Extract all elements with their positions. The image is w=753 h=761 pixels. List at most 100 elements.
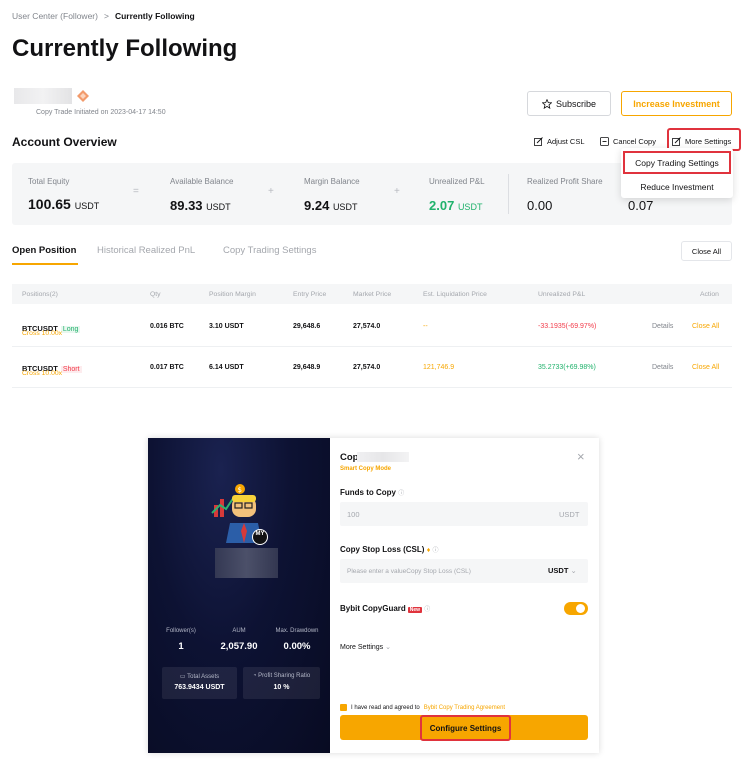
position-leverage: Cross 10.00x <box>22 370 63 377</box>
edit-icon <box>534 137 543 146</box>
liquidation-price: -- <box>423 323 428 330</box>
tab-copy-trading-settings[interactable]: Copy Trading Settings <box>223 245 316 256</box>
profit-sharing-box <box>243 667 320 699</box>
col-market-price: Market Price <box>353 291 392 298</box>
adjust-csl-link[interactable]: Adjust CSL <box>534 137 585 146</box>
subscribe-label: Subscribe <box>555 98 597 109</box>
info-icon: ⓘ <box>398 491 405 497</box>
tab-historical-realized-pnl[interactable]: Historical Realized PnL <box>97 245 195 256</box>
modal-title: Cop <box>340 452 359 463</box>
breadcrumb-parent-link[interactable]: User Center (Follower) <box>12 11 98 21</box>
plus-sign-2: + <box>394 186 400 197</box>
margin-balance-label: Margin Balance <box>304 177 360 186</box>
cancel-copy-link[interactable]: Cancel Copy <box>600 137 656 146</box>
market-price: 27,574.0 <box>353 323 381 330</box>
total-assets-value: 763.9434 USDT <box>174 684 225 691</box>
realized-profit-share-label: Realized Profit Share <box>527 177 603 186</box>
funds-to-copy-label: Funds to Copy ⓘ <box>340 488 405 497</box>
info-icon: ⓘ <box>432 548 439 554</box>
unrealized-pnl: -33.1935(-69.97%) <box>538 323 597 330</box>
adjust-csl-label: Adjust CSL <box>547 137 585 146</box>
margin-balance-value: 9.24 USDT <box>304 198 358 213</box>
close-position-link[interactable]: Close All <box>692 364 719 371</box>
close-position-link[interactable]: Close All <box>692 323 719 330</box>
chevron-down-icon: ⌄ <box>385 644 392 651</box>
cancel-icon <box>600 137 609 146</box>
position-qty: 0.016 BTC <box>150 323 184 330</box>
max-drawdown-value: 0.00% <box>283 641 311 652</box>
csl-label: Copy Stop Loss (CSL) ♦ ⓘ <box>340 545 439 554</box>
menu-item-copy-trading-settings[interactable]: Copy Trading Settings <box>623 151 731 174</box>
tab-open-position[interactable]: Open Position <box>12 245 76 256</box>
account-overview-title: Account Overview <box>12 135 117 149</box>
details-link[interactable]: Details <box>652 364 673 371</box>
close-icon[interactable]: × <box>577 449 585 464</box>
csl-placeholder: Please enter a valueCopy Stop Loss (CSL) <box>347 568 471 575</box>
position-side-long: Long <box>60 326 81 333</box>
funds-unit: USDT <box>559 510 580 519</box>
breadcrumb-separator: > <box>103 11 109 21</box>
overview-extra-value: 0.07 <box>628 198 654 213</box>
col-qty: Qty <box>150 291 161 298</box>
configure-settings-label[interactable]: Configure Settings <box>420 715 511 741</box>
trader-badge-icon <box>77 90 89 102</box>
followers-label: Follower(s) <box>166 628 196 634</box>
aum-label: AUM <box>232 628 246 634</box>
row-divider <box>12 346 732 347</box>
position-margin: 3.10 USDT <box>209 323 244 330</box>
agreement-link[interactable]: Bybit Copy Trading Agreement <box>424 705 505 711</box>
entry-price: 29,648.6 <box>293 323 321 330</box>
realized-profit-share-value: 0.00 <box>527 198 553 213</box>
total-assets-box <box>162 667 237 699</box>
profit-sharing-value: 10 % <box>273 684 290 691</box>
trader-name-blurred <box>14 88 72 104</box>
breadcrumb-current: Currently Following <box>114 11 195 21</box>
subscribe-button[interactable]: Subscribe <box>527 91 611 116</box>
col-est-liquidation-price: Est. Liquidation Price <box>423 291 487 298</box>
equals-sign: = <box>133 186 139 197</box>
smart-copy-mode-label: Smart Copy Mode <box>340 466 392 472</box>
agree-text: I have read and agreed to <box>351 704 420 711</box>
increase-investment-button[interactable]: Increase Investment <box>621 91 732 116</box>
unrealized-pnl-label: Unrealized P&L <box>429 177 485 186</box>
unrealized-pnl: 35.2733(+69.98%) <box>538 364 596 371</box>
liquidation-price: 121,746.9 <box>423 364 455 371</box>
avatar-country-badge: MY <box>255 531 265 537</box>
col-action: Action <box>700 291 719 298</box>
breadcrumb: User Center (Follower) > Currently Follo… <box>12 11 195 21</box>
aum-value: 2,057.90 <box>220 641 258 652</box>
position-side-short: Short <box>60 366 82 373</box>
active-tab-indicator <box>12 263 78 265</box>
chevron-down-icon: ⌄ <box>570 566 577 575</box>
available-balance-value: 89.33 USDT <box>170 198 231 213</box>
col-entry-price: Entry Price <box>293 291 327 298</box>
unrealized-pnl-value: 2.07 USDT <box>429 198 483 213</box>
agree-checkbox[interactable] <box>340 704 347 711</box>
position-qty: 0.017 BTC <box>150 364 184 371</box>
funds-to-copy-input[interactable] <box>340 502 588 526</box>
info-icon: ⓘ <box>424 607 431 613</box>
star-icon <box>541 98 552 109</box>
col-positions: Positions(2) <box>22 291 58 298</box>
overview-divider <box>508 174 509 214</box>
page-title: Currently Following <box>12 35 238 62</box>
close-all-button[interactable]: Close All <box>681 241 732 261</box>
trader-name-blurred-modal <box>215 548 278 578</box>
copyguard-label: Bybit CopyGuard New ⓘ <box>340 604 431 613</box>
trader-avatar-icon: $ <box>211 484 268 545</box>
col-position-margin: Position Margin <box>209 291 256 298</box>
market-price: 27,574.0 <box>353 364 381 371</box>
row-divider <box>12 387 732 388</box>
cancel-copy-label: Cancel Copy <box>613 137 656 146</box>
csl-unit-select[interactable]: USDT ⌄ <box>548 566 577 575</box>
max-drawdown-label: Max. Drawdown <box>275 628 319 634</box>
followers-value: 1 <box>178 641 184 652</box>
more-settings-expander[interactable]: More Settings ⌄ <box>340 643 391 651</box>
position-leverage: Cross 10.00x <box>22 330 63 337</box>
agreement-line: I have read and agreed to Bybit Copy Tra… <box>340 704 505 711</box>
total-assets-label: ▭ Total Assets <box>179 674 220 680</box>
svg-text:$: $ <box>238 486 242 494</box>
plus-sign-1: + <box>268 186 274 197</box>
menu-item-reduce-investment[interactable]: Reduce Investment <box>623 178 731 195</box>
details-link[interactable]: Details <box>652 323 673 330</box>
